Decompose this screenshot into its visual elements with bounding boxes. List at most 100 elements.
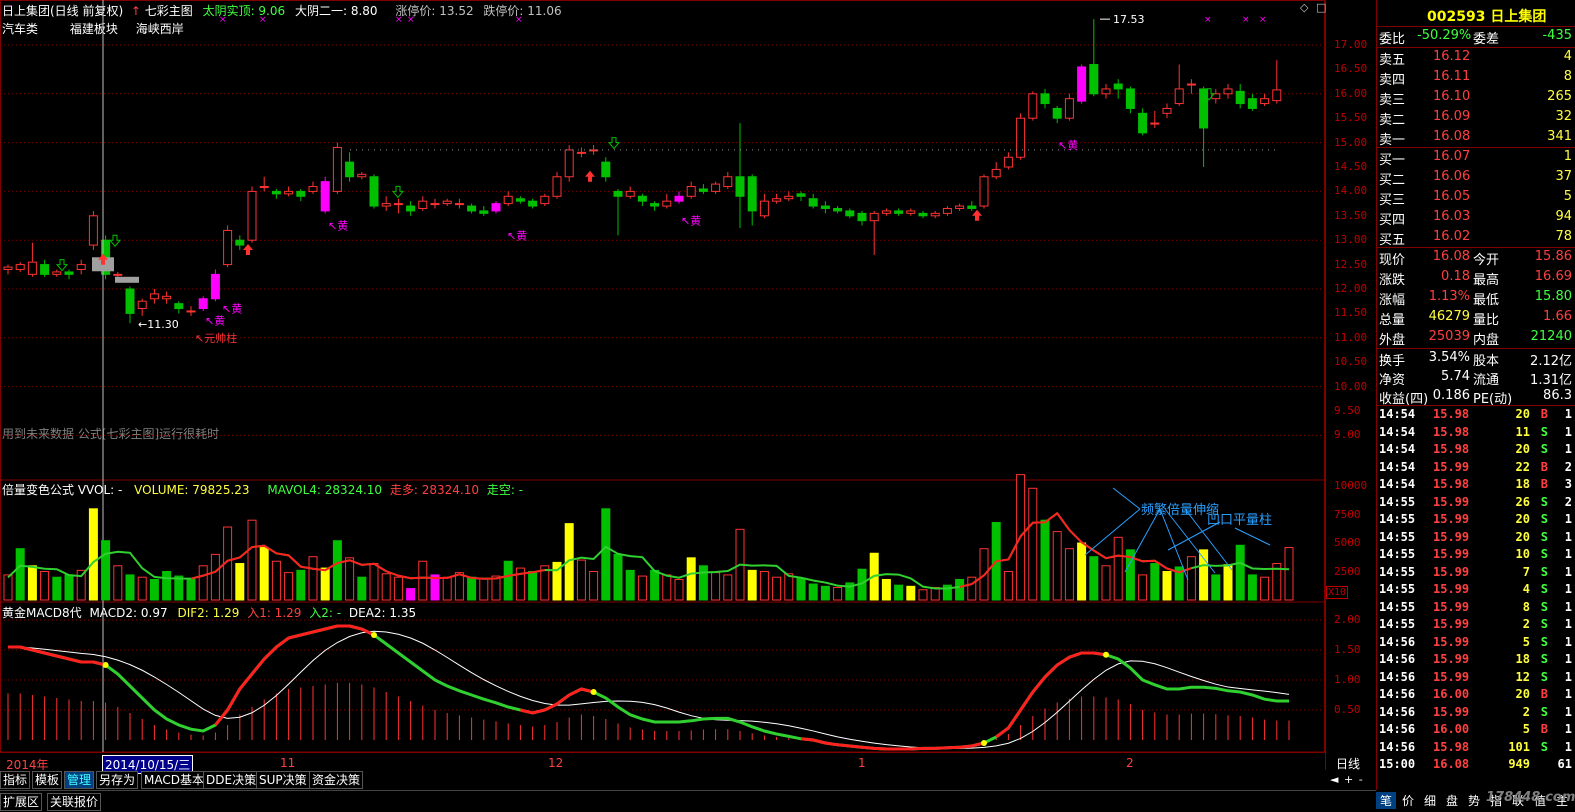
tick-time: 15:00 bbox=[1379, 757, 1416, 771]
volume-bar bbox=[637, 575, 647, 601]
candle-body bbox=[430, 203, 440, 206]
volume-bar bbox=[88, 508, 98, 601]
volume-bar bbox=[772, 576, 782, 601]
candle-body bbox=[833, 207, 843, 212]
sell-level-label: 卖一 bbox=[1379, 133, 1406, 148]
tick-row: 14:54 15.99 22 B 2 bbox=[1377, 459, 1575, 476]
scroll-left-icon[interactable]: ◄ bbox=[1330, 773, 1338, 786]
tick-price: 15.99 bbox=[1433, 704, 1470, 719]
candle-body bbox=[735, 176, 745, 197]
candle-body bbox=[1223, 88, 1233, 95]
candle-body bbox=[235, 239, 245, 246]
tick-count: 1 bbox=[1564, 407, 1572, 421]
quote-tab-1[interactable]: 价 bbox=[1398, 792, 1418, 809]
volume-bar bbox=[149, 578, 159, 601]
indicator-tab-0[interactable]: 指标 bbox=[0, 771, 31, 789]
indicator-tab-6[interactable]: SUP决策 bbox=[256, 771, 310, 789]
tick-price: 15.98 bbox=[1433, 407, 1470, 421]
candle-body bbox=[784, 195, 794, 200]
signal-marker-icon: × bbox=[1242, 15, 1250, 25]
candle-body bbox=[613, 190, 623, 197]
buy-level-row: 买四 16.03 94 bbox=[1377, 208, 1575, 228]
indicator-tab-1[interactable]: 模板 bbox=[32, 771, 63, 789]
indicator-tab-2[interactable]: 管理 bbox=[64, 771, 95, 789]
status-tab-0[interactable]: 扩展区 bbox=[0, 793, 43, 811]
annotation-huang: ↖黄 bbox=[205, 314, 225, 328]
volume-bar bbox=[1028, 487, 1038, 601]
buy-level-row: 买五 16.02 78 bbox=[1377, 228, 1575, 248]
stat-label: 总量 bbox=[1379, 313, 1406, 328]
ru1-line bbox=[214, 624, 375, 726]
zouduo-value: 走多: 28324.10 bbox=[389, 483, 480, 497]
sell-level-price: 16.11 bbox=[1433, 69, 1471, 84]
volume-bar bbox=[52, 576, 62, 601]
indicator-tab-3[interactable]: 另存为 bbox=[96, 771, 139, 789]
square-icon[interactable]: □ bbox=[1316, 1, 1326, 14]
tick-row: 14:56 15.98 101 S 1 bbox=[1377, 739, 1575, 756]
status-tab-1[interactable]: 关联报价 bbox=[47, 793, 102, 811]
macd-formula-name[interactable]: 黄金MACD8代 bbox=[2, 606, 82, 620]
fund-value: 86.3 bbox=[1543, 388, 1572, 403]
quote-tab-0[interactable]: 笔 bbox=[1376, 792, 1396, 809]
indicator-tab-4[interactable]: MACD基本 bbox=[141, 771, 207, 789]
quote-stat-row: 现价 16.08 今开 15.86 bbox=[1377, 248, 1575, 268]
diamond-icon[interactable]: ◇ bbox=[1300, 1, 1308, 14]
volume-bar bbox=[1235, 544, 1245, 601]
period-label[interactable]: 日线 bbox=[1336, 755, 1360, 772]
signal-marker-icon: × bbox=[1259, 15, 1267, 25]
signal-marker-icon: × bbox=[407, 15, 415, 25]
volume-bar bbox=[235, 563, 245, 601]
candle-body bbox=[454, 203, 464, 206]
buy-level-row: 买二 16.06 37 bbox=[1377, 168, 1575, 188]
volume-bar bbox=[454, 572, 464, 601]
annotation-huang: ↖黄 bbox=[222, 302, 242, 316]
volume-bar bbox=[174, 575, 184, 601]
candle-body bbox=[796, 193, 806, 197]
candle-body bbox=[64, 271, 74, 275]
volume-bar bbox=[15, 548, 25, 601]
candle-body bbox=[674, 195, 684, 202]
price-axis-label: 13.00 bbox=[1334, 233, 1368, 247]
candle-body bbox=[528, 200, 538, 207]
candle-body bbox=[869, 212, 879, 222]
candle-body bbox=[15, 264, 25, 270]
candle-body bbox=[369, 176, 379, 207]
candle-body bbox=[1150, 122, 1160, 125]
tick-volume: 12 bbox=[1515, 669, 1530, 684]
indicator-tab-5[interactable]: DDE决策 bbox=[203, 771, 260, 789]
quote-tab-3[interactable]: 盘 bbox=[1442, 792, 1462, 809]
stat-label: 内盘 bbox=[1473, 333, 1500, 348]
quote-tab-4[interactable]: 势 bbox=[1464, 792, 1484, 809]
buy-level-label: 买三 bbox=[1379, 193, 1406, 208]
volume-bar bbox=[650, 569, 660, 601]
volume-formula-name[interactable]: 倍量变色公式 VVOL: - bbox=[2, 483, 122, 497]
volume-bar bbox=[1223, 564, 1233, 601]
weicha-label: 委差 bbox=[1473, 32, 1500, 47]
candle-body bbox=[1235, 90, 1245, 105]
ru2-value: 入2: - bbox=[309, 606, 342, 620]
volume-bar bbox=[259, 547, 269, 601]
candle-body bbox=[906, 210, 916, 214]
sell-level-volume: 4 bbox=[1563, 49, 1572, 64]
candle-body bbox=[759, 200, 769, 217]
tick-volume: 18 bbox=[1515, 477, 1530, 491]
fund-value: 5.74 bbox=[1441, 369, 1470, 384]
price-chart[interactable]: ↖元帅柱←11.30 ↖黄↖黄↖黄↖黄↖黄↖黄17.53× × × × × × × × bbox=[0, 0, 1325, 770]
quote-tab-2[interactable]: 细 bbox=[1420, 792, 1440, 809]
tick-side: S bbox=[1540, 617, 1548, 631]
tick-side: B bbox=[1540, 407, 1548, 421]
zoom-out-icon[interactable]: - bbox=[1359, 773, 1363, 786]
zoom-in-icon[interactable]: + bbox=[1344, 773, 1353, 786]
tick-count: 1 bbox=[1564, 652, 1572, 666]
tick-side: S bbox=[1540, 529, 1548, 544]
fund-label: 换手 bbox=[1379, 354, 1406, 369]
candle-body bbox=[88, 215, 98, 246]
candle-body bbox=[137, 300, 147, 310]
candle-body bbox=[467, 205, 477, 212]
chart-area[interactable]: 日上集团(日线 前复权) ↑ 七彩主图 太阴实顶: 9.06 大阴二一: 8.8… bbox=[0, 0, 1326, 774]
indicator-tab-7[interactable]: 资金决策 bbox=[309, 771, 364, 789]
price-axis-label: 11.50 bbox=[1334, 306, 1368, 320]
volume-bar bbox=[1089, 556, 1099, 601]
volume-bar bbox=[576, 559, 586, 601]
chart-controls: ◇ □ bbox=[1300, 1, 1370, 15]
